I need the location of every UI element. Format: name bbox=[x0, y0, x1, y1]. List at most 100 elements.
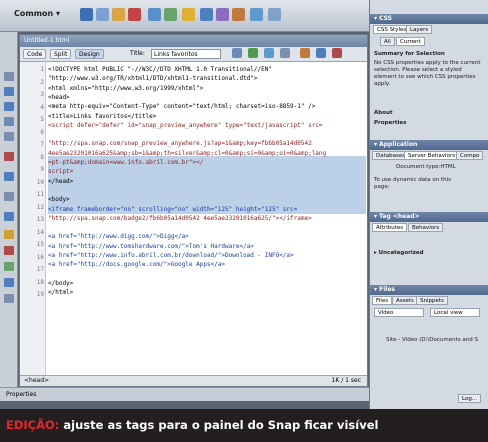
tool-icon[interactable] bbox=[4, 172, 14, 181]
validate-icon[interactable] bbox=[316, 48, 326, 58]
refresh-icon[interactable] bbox=[264, 48, 274, 58]
line-number: 2 bbox=[40, 78, 44, 86]
tool-icon[interactable] bbox=[4, 102, 14, 111]
properties-label: Properties bbox=[6, 391, 37, 398]
dynamic-data-text: page: bbox=[374, 184, 390, 190]
line-number: 6 bbox=[40, 128, 44, 136]
site-root-item[interactable]: Site - Video (D:\Documents and S bbox=[386, 337, 478, 343]
code-line: <title>Links favoritos</title> bbox=[48, 112, 157, 120]
tag-selector[interactable]: <head> bbox=[24, 377, 49, 384]
left-tools-strip bbox=[0, 32, 18, 387]
email-link-icon[interactable] bbox=[96, 8, 109, 21]
code-editor[interactable]: <!DOCTYPE html PUBLIC "-//W3C//DTD XHTML… bbox=[48, 62, 366, 375]
application-panel-header[interactable]: ▾ Application bbox=[370, 140, 488, 150]
line-number: 8 bbox=[40, 153, 44, 161]
layer-icon[interactable] bbox=[148, 8, 161, 21]
code-line: </body> bbox=[48, 279, 74, 287]
tool-icon[interactable] bbox=[4, 262, 14, 271]
tool-icon[interactable] bbox=[4, 117, 14, 126]
log-button[interactable]: Log... bbox=[458, 394, 482, 403]
head-icon[interactable] bbox=[232, 8, 245, 21]
tab-current[interactable]: Current bbox=[396, 37, 425, 46]
line-number: 17 bbox=[36, 266, 44, 273]
code-line: <head> bbox=[48, 93, 70, 101]
date-icon[interactable] bbox=[200, 8, 213, 21]
title-label: Title: bbox=[130, 50, 145, 57]
tab-layers[interactable]: Layers bbox=[406, 25, 433, 34]
tab-behaviors[interactable]: Behaviors bbox=[408, 223, 444, 232]
right-panel-group: ▾ CSS CSS Styles Layers All Current Summ… bbox=[369, 0, 488, 409]
tab-snippets[interactable]: Snippets bbox=[416, 296, 448, 305]
code-line: <a href="http://docs.google.com/">Google… bbox=[48, 261, 226, 269]
line-number: 16 bbox=[36, 253, 44, 261]
tool-icon[interactable] bbox=[4, 72, 14, 81]
tab-all[interactable]: All bbox=[380, 37, 395, 46]
tab-components[interactable]: Compo bbox=[456, 151, 484, 160]
tab-attributes[interactable]: Attributes bbox=[372, 223, 408, 232]
preview-icon[interactable] bbox=[248, 48, 258, 58]
document-tab[interactable]: Untitled-1.html bbox=[20, 35, 367, 47]
tool-icon[interactable] bbox=[4, 152, 14, 161]
code-line: "http://spa.snap.com/badge2/fb6b05a14d05… bbox=[48, 214, 312, 222]
uncategorized-group[interactable]: ▸ Uncategorized bbox=[374, 250, 424, 256]
line-number: 10 bbox=[36, 178, 44, 186]
summary-text: No CSS properties apply to the current bbox=[374, 60, 481, 66]
code-line: <a href="http://www.tomshardware.com/">T… bbox=[48, 242, 254, 250]
tab-assets[interactable]: Assets bbox=[392, 296, 418, 305]
line-number: 13 bbox=[36, 216, 44, 223]
image-icon[interactable] bbox=[164, 8, 177, 21]
table-icon[interactable] bbox=[128, 8, 141, 21]
code-line: </head> bbox=[48, 177, 74, 185]
line-number: 3 bbox=[40, 91, 44, 98]
code-line: "http://www.w3.org/TR/xhtml1/DTD/xhtml1-… bbox=[48, 75, 258, 83]
caption-highlight: EDIÇÃO: bbox=[6, 418, 60, 432]
tool-icon[interactable] bbox=[4, 294, 14, 303]
file-management-icon[interactable] bbox=[232, 48, 242, 58]
templates-icon[interactable] bbox=[268, 8, 281, 21]
design-view-button[interactable]: Design bbox=[75, 49, 104, 59]
tool-icon[interactable] bbox=[4, 278, 14, 287]
code-line: <script defer="defer" id="snap_preview_a… bbox=[48, 121, 323, 129]
hyperlink-icon[interactable] bbox=[80, 8, 93, 21]
summary-text: apply. bbox=[374, 81, 391, 87]
comment-icon[interactable] bbox=[216, 8, 229, 21]
files-panel-header[interactable]: ▾ Files bbox=[370, 285, 488, 295]
browser-check-icon[interactable] bbox=[332, 48, 342, 58]
split-view-button[interactable]: Split bbox=[50, 49, 72, 59]
tab-server-behaviors[interactable]: Server Behaviors bbox=[404, 151, 460, 160]
tool-icon[interactable] bbox=[4, 87, 14, 96]
tag-inspector-header[interactable]: ▾ Tag <head> bbox=[370, 212, 488, 222]
code-line: <body> bbox=[48, 196, 70, 204]
tool-icon[interactable] bbox=[4, 132, 14, 141]
tab-files[interactable]: Files bbox=[372, 296, 393, 305]
view-options-icon[interactable] bbox=[280, 48, 290, 58]
media-icon[interactable] bbox=[182, 8, 195, 21]
summary-label: Summary for Selection bbox=[374, 51, 445, 57]
code-line: =pt-pt&amp;domain=www.info.abril.com.br"… bbox=[48, 159, 204, 166]
tool-icon[interactable] bbox=[4, 246, 14, 255]
site-select[interactable]: Video bbox=[374, 308, 424, 317]
view-select[interactable]: Local view bbox=[430, 308, 480, 317]
code-line: </html> bbox=[48, 289, 74, 297]
download-size: 1K / 1 sec bbox=[331, 377, 361, 384]
caption-bar: EDIÇÃO: ajuste as tags para o painel do … bbox=[0, 409, 488, 442]
line-number: 7 bbox=[40, 141, 44, 148]
script-icon[interactable] bbox=[250, 8, 263, 21]
line-number: 1 bbox=[40, 66, 44, 73]
common-category-dropdown[interactable]: Common ▾ bbox=[14, 9, 60, 18]
title-field[interactable]: Links favoritos bbox=[151, 49, 221, 59]
tool-icon[interactable] bbox=[4, 230, 14, 239]
code-line: <a href="http://www.digg.com/">Digg</a> bbox=[48, 233, 189, 241]
css-panel-header[interactable]: ▾ CSS bbox=[370, 14, 488, 24]
tab-css-styles[interactable]: CSS Styles bbox=[373, 25, 411, 34]
tool-icon[interactable] bbox=[4, 192, 14, 201]
tool-icon[interactable] bbox=[4, 212, 14, 221]
named-anchor-icon[interactable] bbox=[112, 8, 125, 21]
line-number: 11 bbox=[36, 191, 44, 198]
line-number: 15 bbox=[36, 241, 44, 248]
code-view-button[interactable]: Code bbox=[23, 49, 47, 59]
visual-aids-icon[interactable] bbox=[300, 48, 310, 58]
line-number: 19 bbox=[36, 291, 44, 298]
code-line: <meta http-equiv="Content-Type" content=… bbox=[48, 103, 316, 111]
properties-bar[interactable]: Properties bbox=[0, 387, 370, 401]
